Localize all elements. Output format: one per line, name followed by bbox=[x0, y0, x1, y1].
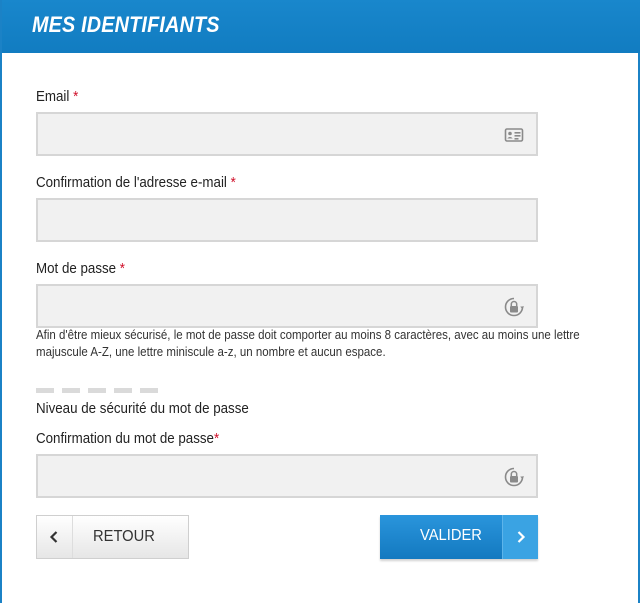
email-confirm-field[interactable] bbox=[36, 198, 538, 242]
password-confirm-field[interactable] bbox=[36, 454, 538, 498]
password-field[interactable] bbox=[36, 284, 538, 328]
strength-segment-1 bbox=[36, 388, 54, 393]
id-card-icon bbox=[504, 128, 524, 142]
strength-segment-4 bbox=[114, 388, 132, 393]
panel-header: MES IDENTIFIANTS bbox=[2, 0, 640, 53]
required-mark: * bbox=[73, 89, 79, 105]
submit-button-label: VALIDER bbox=[420, 527, 482, 544]
required-mark: * bbox=[119, 261, 126, 277]
chevron-right-icon bbox=[517, 531, 526, 543]
email-confirm-label-text: Confirmation de l'adresse e-mail bbox=[36, 175, 227, 191]
email-confirm-label: Confirmation de l'adresse e-mail * bbox=[36, 175, 236, 191]
lock-icon bbox=[504, 467, 524, 487]
password-hint: Afin d'être mieux sécurisé, le mot de pa… bbox=[36, 327, 580, 361]
required-mark: * bbox=[230, 175, 236, 191]
submit-chevron-box bbox=[502, 515, 538, 559]
chevron-left-icon bbox=[49, 531, 58, 543]
required-mark: * bbox=[213, 431, 220, 447]
email-label-text: Email bbox=[36, 89, 70, 105]
password-confirm-label-text: Confirmation du mot de passe bbox=[36, 431, 214, 447]
email-input[interactable] bbox=[38, 114, 536, 154]
password-confirm-label: Confirmation du mot de passe* bbox=[36, 431, 219, 447]
password-strength-meter bbox=[36, 388, 160, 393]
submit-button[interactable]: VALIDER bbox=[380, 515, 538, 559]
back-button[interactable]: RETOUR bbox=[36, 515, 189, 559]
strength-segment-3 bbox=[88, 388, 106, 393]
back-button-label: RETOUR bbox=[93, 528, 155, 545]
form-panel: MES IDENTIFIANTS Email * Confirmation de… bbox=[0, 0, 640, 603]
back-chevron-box bbox=[37, 516, 73, 558]
strength-segment-2 bbox=[62, 388, 80, 393]
password-label-text: Mot de passe bbox=[36, 261, 117, 277]
strength-segment-5 bbox=[140, 388, 158, 393]
panel-title: MES IDENTIFIANTS bbox=[32, 12, 220, 37]
password-hint-line-2: majuscule A-Z, une lettre miniscule a-z,… bbox=[36, 345, 386, 359]
strength-label: Niveau de sécurité du mot de passe bbox=[36, 401, 249, 417]
password-confirm-input[interactable] bbox=[38, 456, 536, 496]
email-field[interactable] bbox=[36, 112, 538, 156]
password-hint-line-1: Afin d'être mieux sécurisé, le mot de pa… bbox=[36, 328, 580, 342]
email-confirm-input[interactable] bbox=[38, 200, 536, 240]
password-label: Mot de passe * bbox=[36, 261, 125, 277]
password-input[interactable] bbox=[38, 286, 536, 326]
email-label: Email * bbox=[36, 89, 78, 105]
lock-icon bbox=[504, 297, 524, 317]
